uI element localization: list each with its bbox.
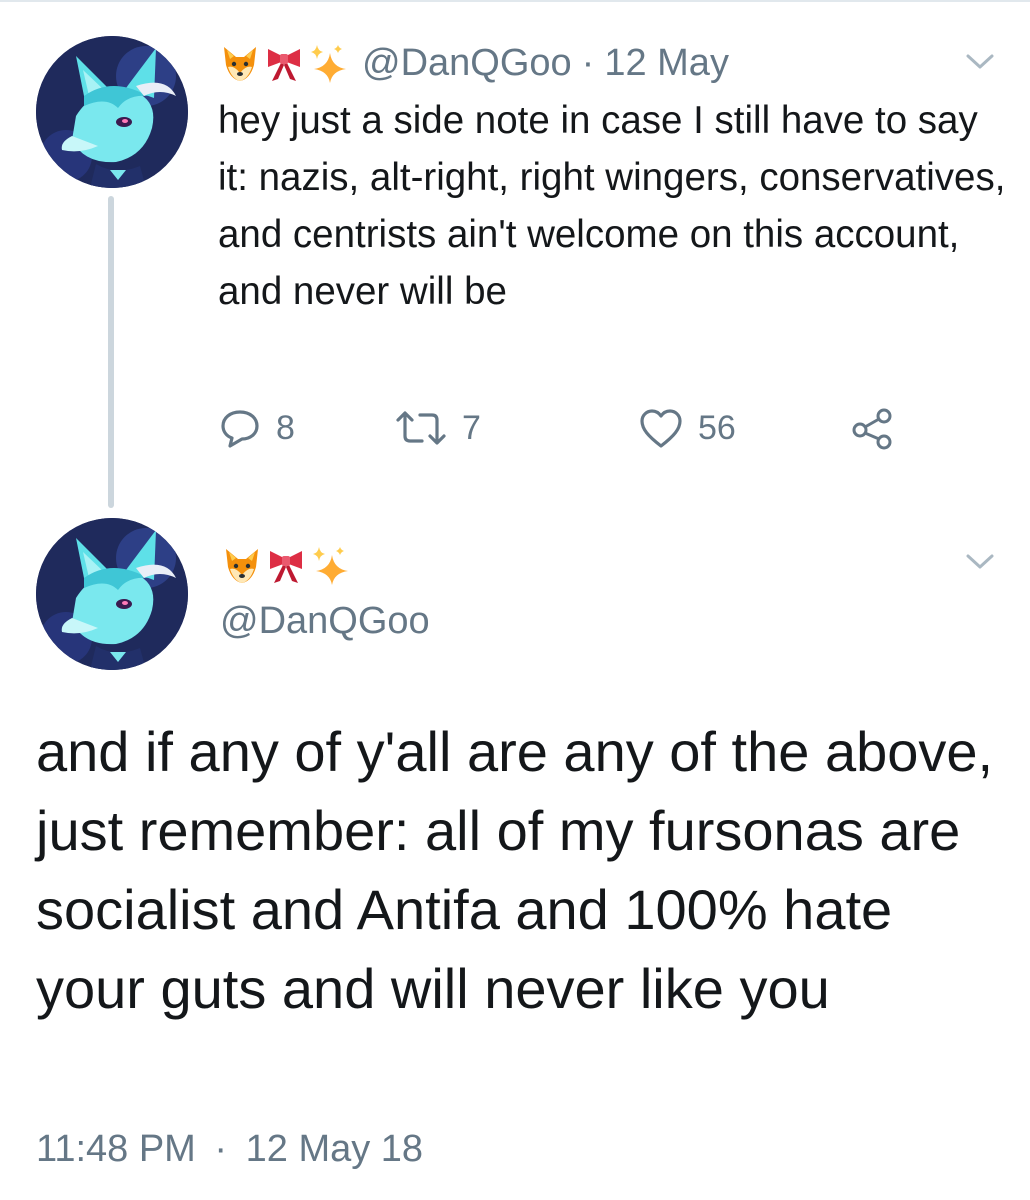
tweet-handle[interactable]: @DanQGoo [362, 42, 572, 85]
top-divider [0, 0, 1030, 2]
fox-face-icon [224, 47, 256, 81]
name-emojis [222, 540, 350, 590]
share-button[interactable] [850, 400, 912, 456]
tweet-actions: 8 7 56 [218, 400, 918, 456]
tweet-date: 12 May 18 [245, 1128, 424, 1170]
tweet-timestamp[interactable]: 11:48 PM · 12 May 18 [36, 1128, 423, 1171]
reply-icon [221, 410, 259, 448]
meta-separator: · [581, 41, 595, 84]
fox-face-icon [226, 549, 258, 583]
tweet-handle[interactable]: @DanQGoo [220, 600, 430, 643]
sparkles-icon [313, 547, 348, 585]
retweet-button[interactable]: 7 [394, 400, 481, 456]
avatar[interactable] [36, 36, 188, 188]
tweet-header: @DanQGoo · 12 May [220, 38, 729, 88]
tweet-text: and if any of y'all are any of the above… [36, 720, 994, 1020]
share-icon [852, 408, 892, 450]
tweet-text: hey just a side note in case I still hav… [218, 99, 1006, 313]
ribbon-icon [268, 49, 300, 81]
tweet-date[interactable]: 12 May [604, 42, 729, 85]
sparkles-icon [311, 45, 346, 83]
like-button[interactable]: 56 [638, 400, 736, 456]
avatar[interactable] [36, 518, 188, 670]
like-count: 56 [698, 408, 736, 447]
chevron-down-icon[interactable] [965, 52, 995, 72]
reply-count: 8 [276, 408, 295, 447]
retweet-icon [396, 411, 446, 445]
heart-icon [640, 409, 682, 448]
chevron-down-icon[interactable] [965, 552, 995, 572]
thread-line [108, 196, 114, 508]
retweet-count: 7 [462, 408, 481, 447]
tweet-time: 11:48 PM [36, 1128, 196, 1170]
ribbon-icon [270, 551, 302, 583]
name-emojis [220, 43, 348, 83]
reply-button[interactable]: 8 [218, 400, 295, 456]
meta-separator: · [214, 1128, 228, 1170]
